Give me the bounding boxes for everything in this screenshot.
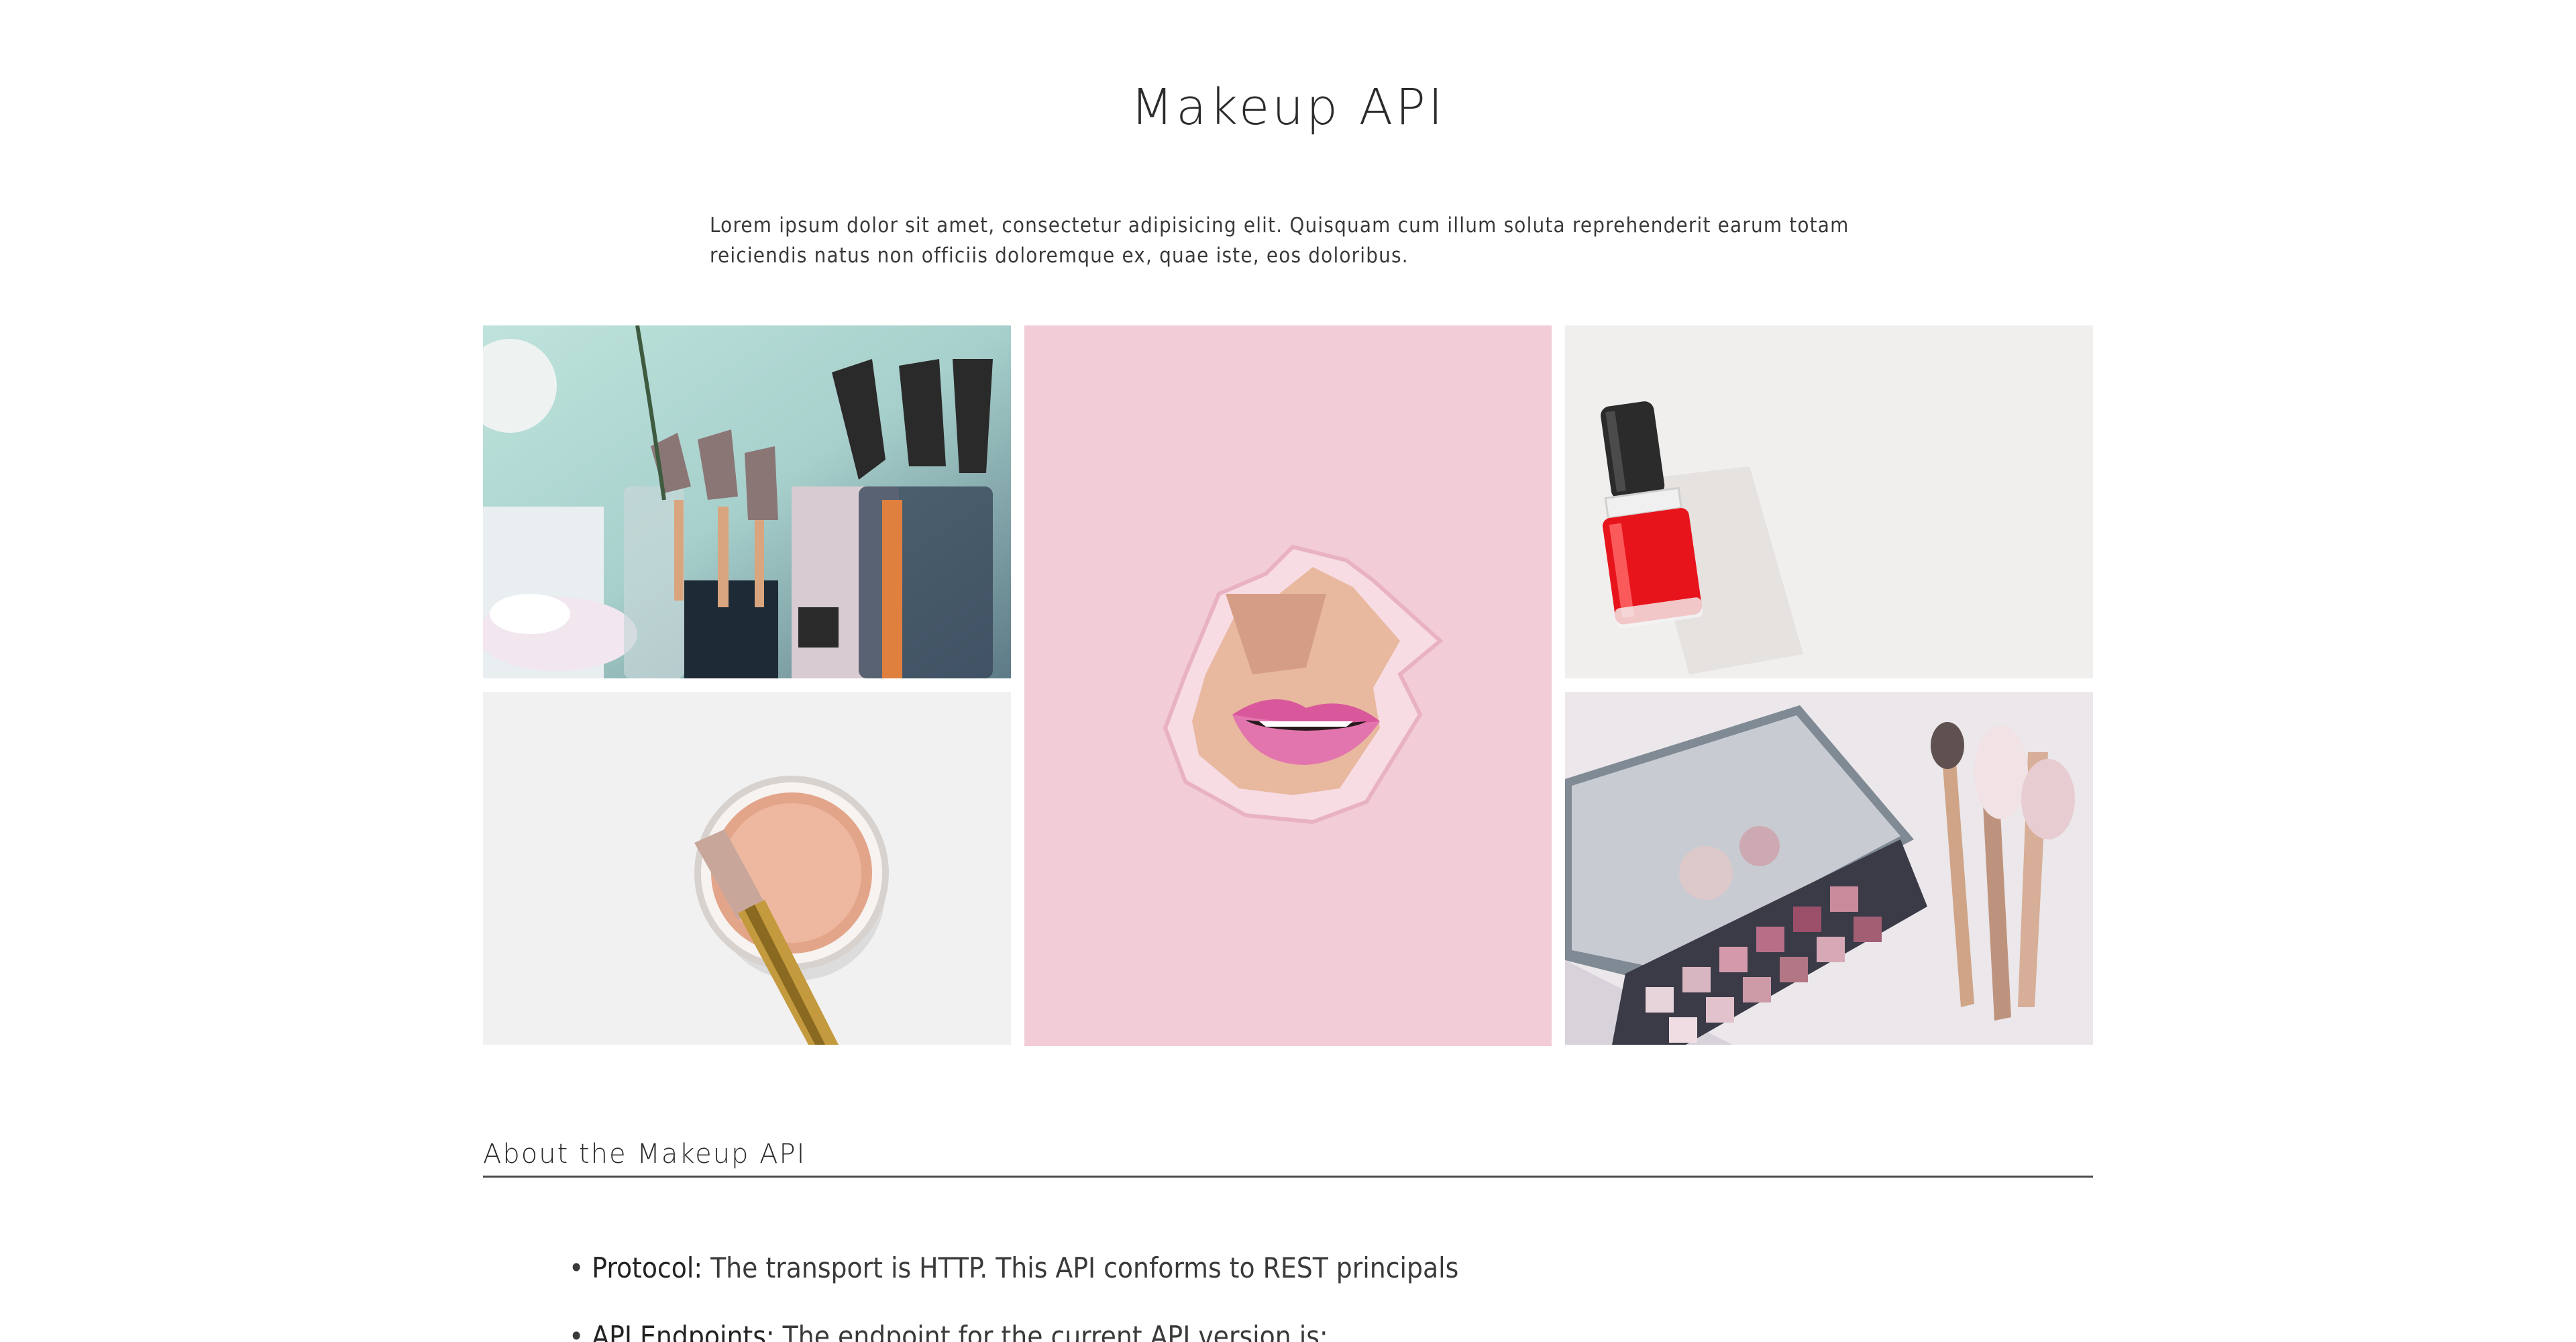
list-item-term: Protocol: xyxy=(592,1251,703,1284)
nail-polish-photo xyxy=(1565,325,2093,678)
blush-powder-photo xyxy=(483,692,1011,1045)
eyeshadow-palette-photo xyxy=(1565,692,2093,1045)
list-item: Protocol: The transport is HTTP. This AP… xyxy=(569,1247,1458,1290)
list-item-term: API Endpoints: xyxy=(592,1320,775,1342)
list-item-text: The transport is HTTP. This API conforms… xyxy=(702,1251,1459,1284)
list-item-text: The endpoint for the current API version… xyxy=(774,1320,1328,1342)
makeup-brushes-photo xyxy=(483,325,1011,678)
feature-list: Protocol: The transport is HTTP. This AP… xyxy=(569,1247,1458,1342)
image-gallery xyxy=(483,325,2093,1046)
page-title: Makeup API xyxy=(1130,79,1446,136)
about-heading: About the Makeup API xyxy=(483,1134,2093,1178)
list-item: API Endpoints: The endpoint for the curr… xyxy=(569,1315,1458,1342)
intro-paragraph: Lorem ipsum dolor sit amet, consectetur … xyxy=(710,213,1849,268)
pink-lips-photo xyxy=(1024,325,1552,1046)
